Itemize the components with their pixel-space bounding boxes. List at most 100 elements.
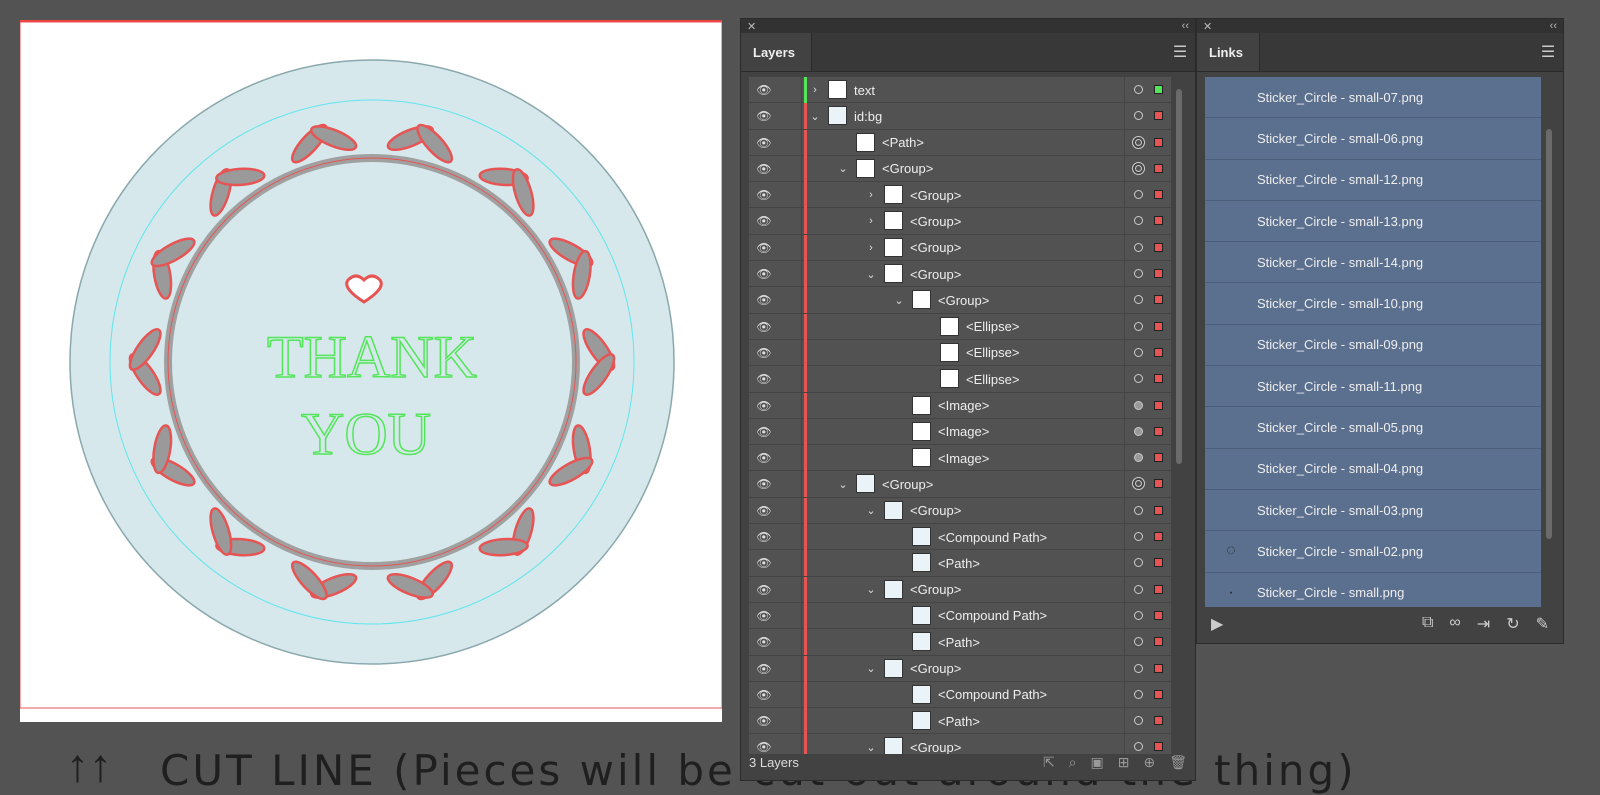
visibility-eye-icon[interactable]: 👁 — [755, 103, 773, 129]
lock-toggle[interactable] — [779, 681, 802, 708]
lock-toggle[interactable] — [779, 602, 802, 629]
link-item[interactable]: Sticker_Circle - small-05.png — [1205, 407, 1541, 449]
selection-square-icon[interactable] — [1154, 716, 1163, 726]
visibility-eye-icon[interactable]: 👁 — [755, 235, 773, 261]
visibility-eye-icon[interactable]: 👁 — [755, 603, 773, 629]
visibility-eye-icon[interactable]: 👁 — [755, 287, 773, 313]
layer-row[interactable]: 👁 <Path> — [749, 629, 1171, 656]
layer-row[interactable]: 👁 ⌄ <Group> — [749, 497, 1171, 525]
lock-toggle[interactable] — [779, 366, 802, 393]
visibility-eye-icon[interactable]: 👁 — [755, 498, 773, 524]
chevron-down-icon[interactable]: ⌄ — [864, 261, 878, 287]
lock-toggle[interactable] — [779, 655, 802, 682]
layer-name[interactable]: <Group> — [882, 156, 933, 182]
link-item[interactable]: ◌ Sticker_Circle - small-02.png — [1205, 531, 1541, 573]
layer-name[interactable]: id:bg — [854, 103, 882, 129]
layer-row[interactable]: 👁 ⌄ <Group> — [749, 261, 1171, 288]
lock-toggle[interactable] — [779, 392, 802, 419]
link-item[interactable]: Sticker_Circle - small-12.png — [1205, 159, 1541, 201]
target-circle-icon[interactable] — [1134, 689, 1143, 699]
layer-name[interactable]: <Group> — [938, 287, 989, 313]
layer-name[interactable]: <Path> — [938, 629, 980, 655]
visibility-eye-icon[interactable]: 👁 — [755, 708, 773, 734]
layer-name[interactable]: <Group> — [882, 471, 933, 497]
layer-row[interactable]: 👁 › <Group> — [749, 208, 1171, 235]
link-item[interactable]: Sticker_Circle - small-11.png — [1205, 366, 1541, 408]
target-circle-icon[interactable] — [1134, 663, 1143, 673]
layer-name[interactable]: <Path> — [938, 550, 980, 576]
target-circle-icon[interactable] — [1134, 111, 1143, 121]
visibility-eye-icon[interactable]: 👁 — [755, 366, 773, 392]
lock-toggle[interactable] — [779, 129, 802, 156]
document-canvas[interactable]: THANK YOU ↑↑ CUT LINE (Pieces will be cu… — [0, 0, 1354, 793]
selection-square-icon[interactable] — [1154, 584, 1163, 594]
link-item[interactable]: Sticker_Circle - small-10.png — [1205, 283, 1541, 325]
lock-toggle[interactable] — [779, 471, 802, 498]
selection-square-icon[interactable] — [1154, 663, 1163, 673]
target-circle-icon[interactable] — [1134, 532, 1143, 542]
visibility-eye-icon[interactable]: 👁 — [755, 656, 773, 682]
target-circle-icon[interactable] — [1132, 477, 1145, 491]
search-icon[interactable]: ⌕ — [1069, 754, 1077, 771]
lock-toggle[interactable] — [779, 287, 802, 314]
links-scrollbar[interactable] — [1543, 79, 1555, 605]
layer-name[interactable]: <Compound Path> — [938, 682, 1047, 708]
visibility-eye-icon[interactable]: 👁 — [755, 524, 773, 550]
collapse-icon[interactable]: ‹‹ — [1182, 20, 1189, 32]
link-item[interactable]: · Sticker_Circle - small.png — [1205, 572, 1541, 607]
chevron-down-icon[interactable]: ⌄ — [864, 577, 878, 603]
selection-square-icon[interactable] — [1154, 216, 1163, 226]
target-circle-icon[interactable] — [1134, 242, 1143, 252]
selection-square-icon[interactable] — [1154, 637, 1163, 647]
chevron-right-icon[interactable]: › — [808, 77, 822, 103]
layer-row[interactable]: 👁 ⌄ <Group> — [749, 471, 1171, 498]
link-item[interactable]: Sticker_Circle - small-09.png — [1205, 324, 1541, 367]
visibility-eye-icon[interactable]: 👁 — [755, 314, 773, 340]
selection-square-icon[interactable] — [1154, 689, 1163, 699]
lock-toggle[interactable] — [779, 708, 802, 735]
target-circle-icon[interactable] — [1134, 610, 1143, 620]
target-circle-icon[interactable] — [1134, 85, 1143, 94]
layer-name[interactable]: <Image> — [938, 419, 989, 445]
layer-row[interactable]: 👁 <Path> — [749, 708, 1171, 735]
lock-toggle[interactable] — [779, 155, 802, 182]
lock-toggle[interactable] — [779, 524, 802, 551]
layer-name[interactable]: <Group> — [910, 208, 961, 234]
selection-square-icon[interactable] — [1154, 190, 1163, 200]
layer-row[interactable]: 👁 <Image> — [749, 445, 1171, 472]
chevron-down-icon[interactable]: ⌄ — [836, 471, 850, 497]
tab-layers[interactable]: Layers — [741, 33, 812, 71]
target-circle-icon[interactable] — [1134, 347, 1143, 357]
selection-square-icon[interactable] — [1154, 374, 1163, 384]
selection-square-icon[interactable] — [1154, 610, 1163, 620]
layer-name[interactable]: <Group> — [910, 182, 961, 208]
layer-name[interactable]: <Ellipse> — [966, 314, 1019, 340]
edit-original-icon[interactable]: ✎ — [1536, 614, 1549, 634]
layer-row[interactable]: 👁 › <Group> — [749, 182, 1171, 209]
lock-toggle[interactable] — [779, 77, 802, 103]
layer-name[interactable]: text — [854, 77, 875, 103]
chevron-right-icon[interactable]: › — [864, 182, 878, 208]
layers-scrollbar[interactable] — [1173, 79, 1185, 752]
visibility-eye-icon[interactable]: 👁 — [755, 550, 773, 576]
layer-name[interactable]: <Group> — [910, 656, 961, 682]
selection-square-icon[interactable] — [1154, 558, 1163, 568]
selection-square-icon[interactable] — [1154, 163, 1163, 173]
layer-name[interactable]: <Group> — [910, 498, 961, 524]
visibility-eye-icon[interactable]: 👁 — [755, 419, 773, 445]
embed-icon[interactable]: ⧉ — [1422, 614, 1433, 634]
lock-toggle[interactable] — [779, 261, 802, 288]
selection-square-icon[interactable] — [1154, 269, 1163, 279]
layer-row[interactable]: 👁 ⌄ <Group> — [749, 655, 1171, 682]
lock-toggle[interactable] — [779, 497, 802, 524]
selection-square-icon[interactable] — [1154, 242, 1163, 252]
update-link-icon[interactable]: ↻ — [1506, 614, 1519, 634]
layer-row[interactable]: 👁 <Ellipse> — [749, 313, 1171, 340]
layer-row[interactable]: 👁 <Compound Path> — [749, 681, 1171, 709]
target-circle-icon[interactable] — [1134, 295, 1143, 305]
close-icon[interactable]: ✕ — [1203, 20, 1212, 33]
selection-square-icon[interactable] — [1154, 426, 1163, 436]
link-item[interactable]: Sticker_Circle - small-14.png — [1205, 242, 1541, 284]
layer-name[interactable]: <Image> — [938, 393, 989, 419]
layer-name[interactable]: <Group> — [910, 235, 961, 261]
